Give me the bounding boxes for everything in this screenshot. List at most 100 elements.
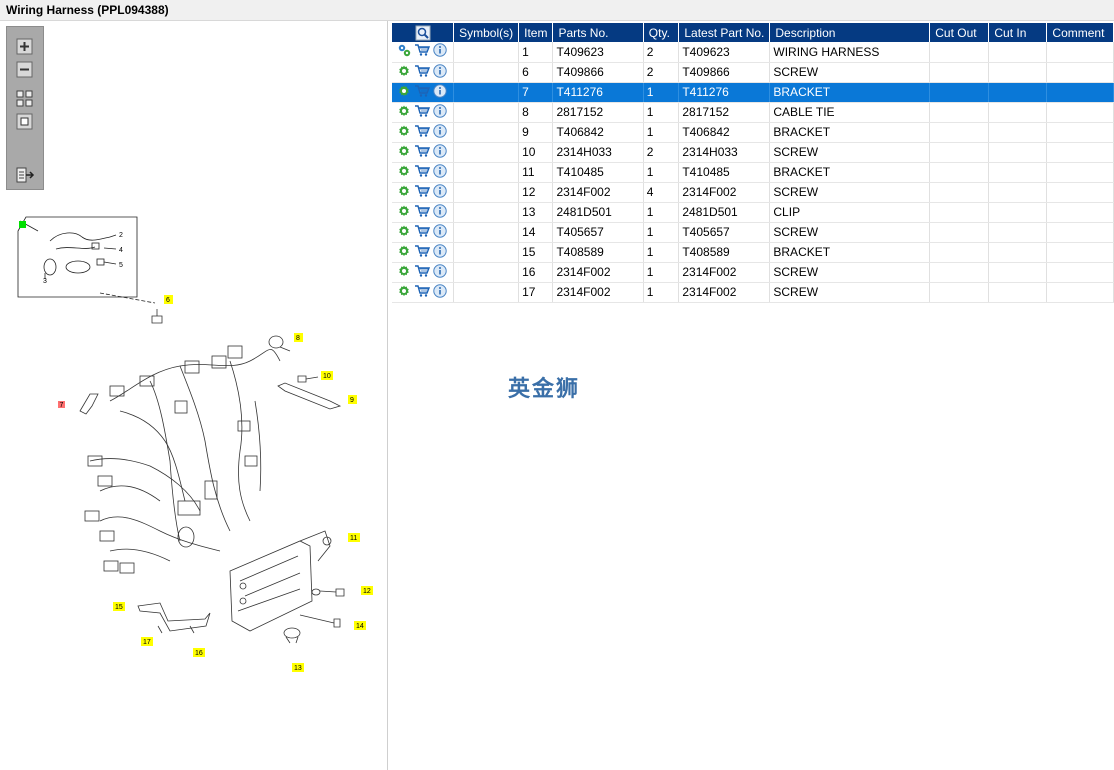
cell-latest-part-no[interactable]: 2817152 — [678, 102, 771, 123]
cell-cut-in[interactable] — [988, 122, 1048, 143]
cell-comment[interactable] — [1046, 182, 1114, 203]
table-row[interactable]: 15 T408589 1 T408589 BRACKET — [392, 242, 1114, 263]
table-row[interactable]: 11 T410485 1 T410485 BRACKET — [392, 162, 1114, 183]
cell-comment[interactable] — [1046, 102, 1114, 123]
cell-parts-no[interactable]: 2481D501 — [552, 202, 644, 223]
cell-comment[interactable] — [1046, 162, 1114, 183]
cell-parts-no[interactable]: 2314F002 — [552, 282, 644, 303]
diagram-pane[interactable]: 2 4 5 3 7 6 8 10 9 11 12 14 15 17 16 13 — [0, 21, 388, 770]
table-row[interactable]: 1 T409623 2 T409623 WIRING HARNESS — [392, 42, 1114, 63]
cell-cut-out[interactable] — [929, 82, 990, 103]
cell-item[interactable]: 7 — [518, 82, 554, 103]
cell-latest-part-no[interactable]: T411276 — [678, 82, 771, 103]
search-column-header[interactable] — [392, 23, 455, 42]
column-header-item[interactable]: Item — [518, 23, 554, 42]
info-button[interactable] — [433, 243, 447, 261]
cell-parts-no[interactable]: T405657 — [552, 222, 644, 243]
cell-item[interactable]: 12 — [518, 182, 554, 203]
add-to-cart-button[interactable] — [414, 244, 430, 261]
cell-item[interactable]: 17 — [518, 282, 554, 303]
cell-qty[interactable]: 1 — [643, 202, 680, 223]
table-row[interactable]: 14 T405657 1 T405657 SCREW — [392, 222, 1114, 243]
details-button[interactable] — [397, 104, 411, 121]
column-header-description[interactable]: Description — [769, 23, 931, 42]
details-button[interactable] — [397, 84, 411, 101]
cell-comment[interactable] — [1046, 242, 1114, 263]
cell-qty[interactable]: 2 — [643, 42, 680, 63]
cell-parts-no[interactable]: T411276 — [552, 82, 644, 103]
info-button[interactable] — [433, 283, 447, 301]
info-button[interactable] — [433, 123, 447, 141]
cell-description[interactable]: WIRING HARNESS — [769, 42, 931, 63]
info-button[interactable] — [433, 63, 447, 81]
cell-qty[interactable]: 4 — [643, 182, 680, 203]
cell-symbols[interactable] — [453, 222, 520, 243]
cell-item[interactable]: 13 — [518, 202, 554, 223]
cell-qty[interactable]: 1 — [643, 162, 680, 183]
cell-cut-out[interactable] — [929, 42, 990, 63]
cell-item[interactable]: 6 — [518, 62, 554, 83]
add-to-cart-button[interactable] — [414, 224, 430, 241]
cell-cut-in[interactable] — [988, 262, 1048, 283]
cell-cut-in[interactable] — [988, 82, 1048, 103]
info-button[interactable] — [433, 143, 447, 161]
cell-description[interactable]: BRACKET — [769, 122, 931, 143]
cell-latest-part-no[interactable]: 2314F002 — [678, 262, 771, 283]
details-button[interactable] — [397, 144, 411, 161]
cell-qty[interactable]: 2 — [643, 62, 680, 83]
cell-comment[interactable] — [1046, 82, 1114, 103]
cell-latest-part-no[interactable]: T408589 — [678, 242, 771, 263]
cell-parts-no[interactable]: 2314H033 — [552, 142, 644, 163]
cell-qty[interactable]: 1 — [643, 262, 680, 283]
info-button[interactable] — [433, 223, 447, 241]
info-button[interactable] — [433, 203, 447, 221]
add-to-cart-button[interactable] — [414, 104, 430, 121]
cell-symbols[interactable] — [453, 42, 520, 63]
add-to-cart-button[interactable] — [414, 284, 430, 301]
column-header-cut-out[interactable]: Cut Out — [929, 23, 990, 42]
add-to-cart-button[interactable] — [414, 124, 430, 141]
cell-item[interactable]: 11 — [518, 162, 554, 183]
cell-qty[interactable]: 2 — [643, 142, 680, 163]
add-to-cart-button[interactable] — [414, 64, 430, 81]
cell-symbols[interactable] — [453, 202, 520, 223]
info-button[interactable] — [433, 43, 447, 60]
info-button[interactable] — [433, 83, 447, 101]
cell-cut-out[interactable] — [929, 62, 990, 83]
add-to-cart-button[interactable] — [414, 84, 430, 101]
cell-qty[interactable]: 1 — [643, 282, 680, 303]
table-row[interactable]: 12 2314F002 4 2314F002 SCREW — [392, 182, 1114, 203]
cell-parts-no[interactable]: T406842 — [552, 122, 644, 143]
table-row[interactable]: 16 2314F002 1 2314F002 SCREW — [392, 262, 1114, 283]
details-button[interactable] — [397, 164, 411, 181]
details-button[interactable] — [397, 64, 411, 81]
cell-cut-in[interactable] — [988, 202, 1048, 223]
cell-latest-part-no[interactable]: 2481D501 — [678, 202, 771, 223]
cell-symbols[interactable] — [453, 62, 520, 83]
cell-description[interactable]: BRACKET — [769, 82, 931, 103]
cell-parts-no[interactable]: T408589 — [552, 242, 644, 263]
cell-cut-in[interactable] — [988, 182, 1048, 203]
cell-description[interactable]: CABLE TIE — [769, 102, 931, 123]
cell-cut-out[interactable] — [929, 122, 990, 143]
cell-latest-part-no[interactable]: 2314F002 — [678, 182, 771, 203]
cell-parts-no[interactable]: T409623 — [552, 42, 644, 63]
cell-cut-out[interactable] — [929, 222, 990, 243]
cell-latest-part-no[interactable]: T409866 — [678, 62, 771, 83]
cell-qty[interactable]: 1 — [643, 222, 680, 243]
cell-parts-no[interactable]: T410485 — [552, 162, 644, 183]
info-button[interactable] — [433, 263, 447, 281]
cell-latest-part-no[interactable]: T405657 — [678, 222, 771, 243]
cell-symbols[interactable] — [453, 102, 520, 123]
table-row[interactable]: 10 2314H033 2 2314H033 SCREW — [392, 142, 1114, 163]
cell-qty[interactable]: 1 — [643, 122, 680, 143]
cell-comment[interactable] — [1046, 262, 1114, 283]
cell-parts-no[interactable]: 2314F002 — [552, 182, 644, 203]
cell-cut-out[interactable] — [929, 282, 990, 303]
cell-comment[interactable] — [1046, 202, 1114, 223]
cell-comment[interactable] — [1046, 282, 1114, 303]
cell-qty[interactable]: 1 — [643, 102, 680, 123]
cell-qty[interactable]: 1 — [643, 242, 680, 263]
info-button[interactable] — [433, 163, 447, 181]
details-button[interactable] — [397, 264, 411, 281]
